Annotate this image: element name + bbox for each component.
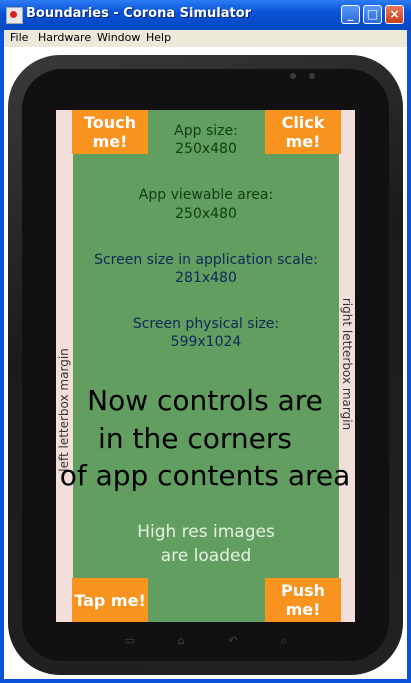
tap-me-label: Tap me! <box>74 590 146 610</box>
menu-help[interactable]: Help <box>146 31 171 44</box>
close-icon: × <box>389 7 400 21</box>
close-button[interactable]: × <box>385 5 404 24</box>
search-key-icon[interactable]: ⌕ <box>277 635 291 646</box>
window-title: Boundaries - Corona Simulator <box>26 6 252 21</box>
home-key-icon[interactable]: ⌂ <box>174 635 188 646</box>
sensor-icon <box>309 73 315 79</box>
tap-me-button[interactable]: Tap me! <box>72 578 148 622</box>
app-size-label: App size: <box>174 123 238 139</box>
push-me-button[interactable]: Push me! <box>265 578 341 622</box>
app-size-value: 250x480 <box>175 141 237 157</box>
minimize-button[interactable]: _ <box>341 5 360 24</box>
maximize-button[interactable]: □ <box>363 5 382 24</box>
minimize-icon: _ <box>347 7 354 21</box>
back-key-icon[interactable]: ↶ <box>226 635 240 646</box>
menu-hardware[interactable]: Hardware <box>38 31 91 44</box>
message-line-3: of app contents area <box>59 459 351 492</box>
screen-scale-value: 281x480 <box>175 270 237 286</box>
menu-key-icon[interactable]: ▭ <box>123 635 137 646</box>
physical-size-label: Screen physical size: <box>132 316 280 332</box>
hires-line-1: High res images <box>137 522 275 542</box>
title-bar[interactable]: Boundaries - Corona Simulator _ □ × <box>0 0 411 30</box>
menu-bar: File Hardware Window Help <box>4 30 407 47</box>
menu-file[interactable]: File <box>10 31 28 44</box>
viewable-area-label: App viewable area: <box>138 187 274 203</box>
viewable-area-value: 250x480 <box>175 206 237 222</box>
message-line-2: in the corners <box>98 422 292 455</box>
maximize-icon: □ <box>366 7 379 21</box>
push-me-label: Push me! <box>280 581 326 619</box>
hires-line-2: are loaded <box>160 546 252 566</box>
app-icon <box>6 7 23 24</box>
physical-size-value: 599x1024 <box>170 334 242 350</box>
message-line-1: Now controls are <box>87 384 323 417</box>
camera-icon <box>290 73 296 79</box>
screen-scale-label: Screen size in application scale: <box>94 252 318 268</box>
menu-window[interactable]: Window <box>97 31 140 44</box>
